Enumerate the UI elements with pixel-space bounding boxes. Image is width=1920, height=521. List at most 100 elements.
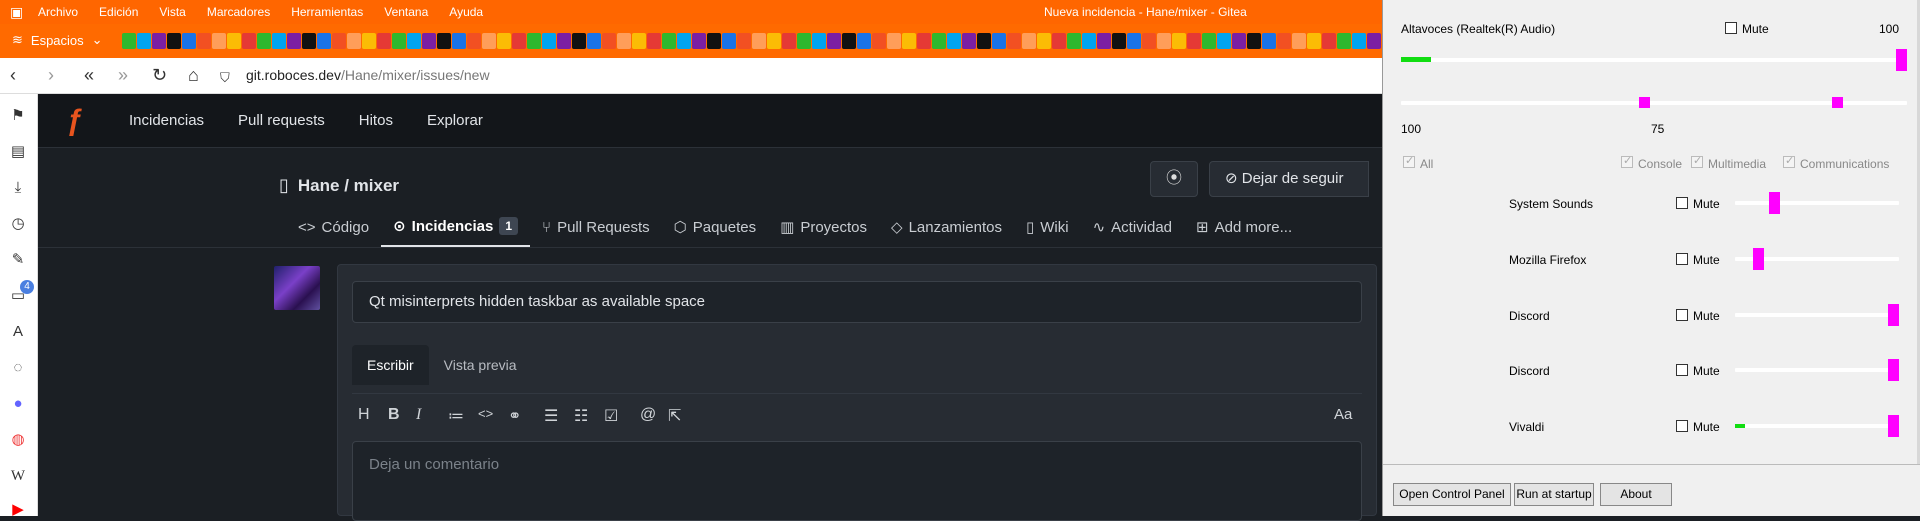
tab-favicon-icon[interactable] (227, 33, 241, 49)
tab-favicon-icon[interactable] (392, 33, 406, 49)
link-icon[interactable]: ⚭ (508, 406, 521, 426)
tab-favicon-icon[interactable] (422, 33, 436, 49)
tab-favicon-icon[interactable] (1262, 33, 1276, 49)
tab-paquetes[interactable]: ⬡ Paquetes (662, 207, 769, 247)
nav-incidencias[interactable]: Incidencias (129, 112, 204, 129)
tab-favicon-icon[interactable] (1007, 33, 1021, 49)
tab-favicon-icon[interactable] (662, 33, 676, 49)
tab-favicon-icon[interactable] (737, 33, 751, 49)
tab-favicon-icon[interactable] (332, 33, 346, 49)
chat-icon[interactable]: ◌ (8, 358, 28, 378)
tab-favicon-icon[interactable] (212, 33, 226, 49)
app-mute-checkbox[interactable] (1676, 364, 1688, 376)
tab-favicon-icon[interactable] (572, 33, 586, 49)
task-list-icon[interactable]: ☑ (604, 406, 618, 426)
issue-title-input[interactable]: Qt misinterprets hidden taskbar as avail… (352, 281, 1362, 323)
tab-favicon-icon[interactable] (1082, 33, 1096, 49)
tab-favicon-icon[interactable] (812, 33, 826, 49)
tab-favicon-icon[interactable] (1292, 33, 1306, 49)
translate-icon[interactable]: A (8, 322, 28, 342)
vivaldi-icon[interactable]: ◍ (8, 430, 28, 450)
rss-button[interactable]: ⦿ (1150, 161, 1198, 197)
tab-favicon-icon[interactable] (692, 33, 706, 49)
tab-favicon-icon[interactable] (542, 33, 556, 49)
slider-thumb[interactable] (1888, 304, 1899, 326)
tab-favicon-icon[interactable] (1037, 33, 1051, 49)
tab-vista-previa[interactable]: Vista previa (429, 345, 532, 385)
spaces-button[interactable]: ≋ Espacios ⌄ (12, 32, 103, 48)
tab-escribir[interactable]: Escribir (352, 345, 429, 385)
tab-favicon-icon[interactable] (557, 33, 571, 49)
slider-track[interactable] (1735, 313, 1899, 317)
youtube-icon[interactable]: ▶ (8, 500, 28, 520)
tab-favicon-icon[interactable] (1187, 33, 1201, 49)
tab-favicon-icon[interactable] (272, 33, 286, 49)
tab-wiki[interactable]: ▯ Wiki (1014, 207, 1081, 247)
tab-favicon-icon[interactable] (962, 33, 976, 49)
slider-track[interactable] (1735, 368, 1899, 372)
tab-favicon-icon[interactable] (362, 33, 376, 49)
tab-lanzamientos[interactable]: ◇ Lanzamientos (879, 207, 1014, 247)
code-icon[interactable]: <> (478, 406, 493, 421)
back-icon[interactable]: ‹ (10, 65, 16, 85)
menu-ventana[interactable]: Ventana (384, 5, 428, 19)
filter-communications-checkbox[interactable] (1783, 154, 1795, 168)
tab-favicon-icon[interactable] (1352, 33, 1366, 49)
menu-edicion[interactable]: Edición (99, 5, 138, 19)
mention-icon[interactable]: @ (640, 406, 656, 424)
tab-favicon-icon[interactable] (1052, 33, 1066, 49)
menu-marcadores[interactable]: Marcadores (207, 5, 270, 19)
tab-favicon-icon[interactable] (347, 33, 361, 49)
tab-favicon-icon[interactable] (977, 33, 991, 49)
tab-add-more[interactable]: ⊞ Add more... (1184, 207, 1304, 247)
slider-track[interactable] (1401, 58, 1907, 62)
tab-favicon-icon[interactable] (872, 33, 886, 49)
filter-console-checkbox[interactable] (1621, 154, 1633, 168)
tab-actividad[interactable]: ∿ Actividad (1081, 207, 1184, 247)
tab-favicon-icon[interactable] (1202, 33, 1216, 49)
tab-favicon-icon[interactable] (797, 33, 811, 49)
app-mute-checkbox[interactable] (1676, 197, 1688, 209)
tab-favicon-icon[interactable] (407, 33, 421, 49)
tab-favicon-icon[interactable] (827, 33, 841, 49)
wikipedia-icon[interactable]: W (8, 466, 28, 486)
slider-thumb[interactable] (1888, 415, 1899, 437)
tab-favicon-icon[interactable] (1232, 33, 1246, 49)
tab-favicon-icon[interactable] (647, 33, 661, 49)
tab-proyectos[interactable]: ▥ Proyectos (768, 207, 879, 247)
repo-title[interactable]: ▯ Hane / mixer (279, 175, 399, 196)
history-icon[interactable]: ◷ (8, 214, 28, 234)
heading-icon[interactable]: H (358, 406, 370, 424)
tab-favicon-icon[interactable] (467, 33, 481, 49)
tab-favicon-icon[interactable] (182, 33, 196, 49)
tab-favicon-icon[interactable] (617, 33, 631, 49)
filter-multimedia-checkbox[interactable] (1691, 154, 1703, 168)
reading-list-icon[interactable]: ▤ (8, 142, 28, 162)
tab-favicon-icon[interactable] (1337, 33, 1351, 49)
tab-favicon-icon[interactable] (992, 33, 1006, 49)
vivaldi-menu-icon[interactable]: ▣ (10, 4, 26, 20)
numbered-list-icon[interactable]: ☷ (574, 406, 588, 426)
menu-vista[interactable]: Vista (159, 5, 185, 19)
bold-icon[interactable]: B (388, 406, 400, 424)
bookmark-icon[interactable]: ⚑ (8, 106, 28, 126)
tab-favicon-icon[interactable] (902, 33, 916, 49)
tab-favicon-icon[interactable] (1247, 33, 1261, 49)
balance-thumb[interactable] (1832, 97, 1843, 108)
nav-hitos[interactable]: Hitos (359, 112, 393, 129)
tab-favicon-icon[interactable] (527, 33, 541, 49)
slider-thumb[interactable] (1769, 192, 1780, 214)
tab-favicon-icon[interactable] (1157, 33, 1171, 49)
font-toggle[interactable]: Aa (1334, 406, 1352, 423)
quote-icon[interactable]: ≔ (448, 406, 464, 426)
tab-favicon-icon[interactable] (1367, 33, 1381, 49)
slider-track[interactable] (1735, 201, 1899, 205)
tab-favicon-icon[interactable] (137, 33, 151, 49)
tab-favicon-icon[interactable] (197, 33, 211, 49)
open-control-panel-button[interactable]: Open Control Panel (1393, 483, 1511, 506)
avatar[interactable] (274, 266, 320, 310)
tab-favicon-icon[interactable] (1307, 33, 1321, 49)
tab-favicon-icon[interactable] (242, 33, 256, 49)
tab-favicon-icon[interactable] (842, 33, 856, 49)
tab-codigo[interactable]: <> Código (286, 207, 381, 247)
